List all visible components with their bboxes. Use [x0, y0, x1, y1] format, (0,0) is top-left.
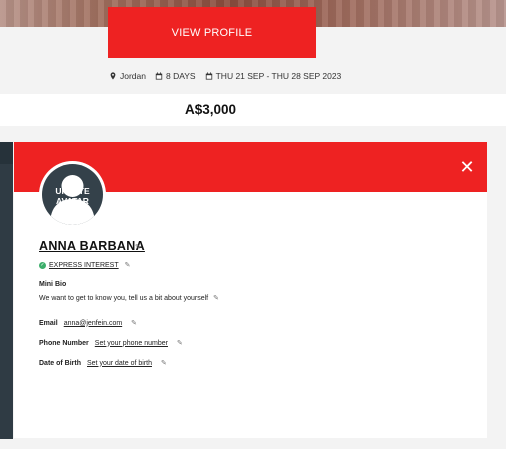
side-strip-handle[interactable] [0, 142, 13, 164]
avatar[interactable]: UPDATE AVATAR [39, 161, 106, 228]
update-avatar-label[interactable]: UPDATE AVATAR [42, 186, 103, 206]
check-circle-icon: ✓ [39, 261, 46, 269]
edit-pencil-icon[interactable]: ✎ [131, 319, 137, 327]
phone-label: Phone Number [39, 339, 89, 347]
close-icon[interactable]: ✕ [459, 158, 475, 176]
avatar-image[interactable]: UPDATE AVATAR [42, 164, 103, 225]
trip-location: Jordan [109, 71, 146, 81]
express-interest-link[interactable]: EXPRESS INTEREST [49, 262, 119, 269]
edit-pencil-icon[interactable]: ✎ [135, 243, 141, 251]
trip-price: A$3,000 [185, 102, 237, 117]
calendar-icon [155, 72, 163, 80]
email-label: Email [39, 319, 58, 327]
price-band [0, 94, 506, 126]
phone-value[interactable]: Set your phone number [95, 340, 168, 347]
edit-pencil-icon[interactable]: ✎ [161, 359, 167, 367]
calendar-icon [205, 72, 212, 80]
trip-duration: 8 DAYS [155, 71, 196, 81]
map-pin-icon [110, 72, 116, 80]
trip-dates: THU 21 SEP - THU 28 SEP 2023 [205, 71, 341, 81]
profile-panel: ✕ UPDATE AVATAR ANNA BARBANA ✎ ✓ EXPRESS… [14, 142, 487, 438]
email-field: Email anna@jenfein.com ✎ [39, 319, 137, 328]
express-interest-row: ✓ EXPRESS INTEREST ✎ [39, 261, 131, 269]
dob-value[interactable]: Set your date of birth [87, 360, 152, 367]
mini-bio-label: Mini Bio [39, 281, 67, 288]
dob-field: Date of Birth Set your date of birth ✎ [39, 359, 167, 368]
dob-label: Date of Birth [39, 359, 81, 367]
phone-field: Phone Number Set your phone number ✎ [39, 339, 183, 348]
edit-pencil-icon[interactable]: ✎ [177, 339, 183, 347]
trip-meta: Jordan 8 DAYS THU 21 SEP - THU 28 SEP 20… [109, 71, 341, 81]
mini-bio-text: We want to get to know you, tell us a bi… [39, 295, 219, 302]
profile-name[interactable]: ANNA BARBANA [39, 239, 145, 253]
edit-pencil-icon[interactable]: ✎ [125, 261, 131, 269]
email-value[interactable]: anna@jenfein.com [64, 320, 122, 327]
edit-pencil-icon[interactable]: ✎ [213, 295, 219, 302]
side-strip [0, 142, 13, 439]
view-profile-button[interactable]: VIEW PROFILE [108, 7, 316, 58]
